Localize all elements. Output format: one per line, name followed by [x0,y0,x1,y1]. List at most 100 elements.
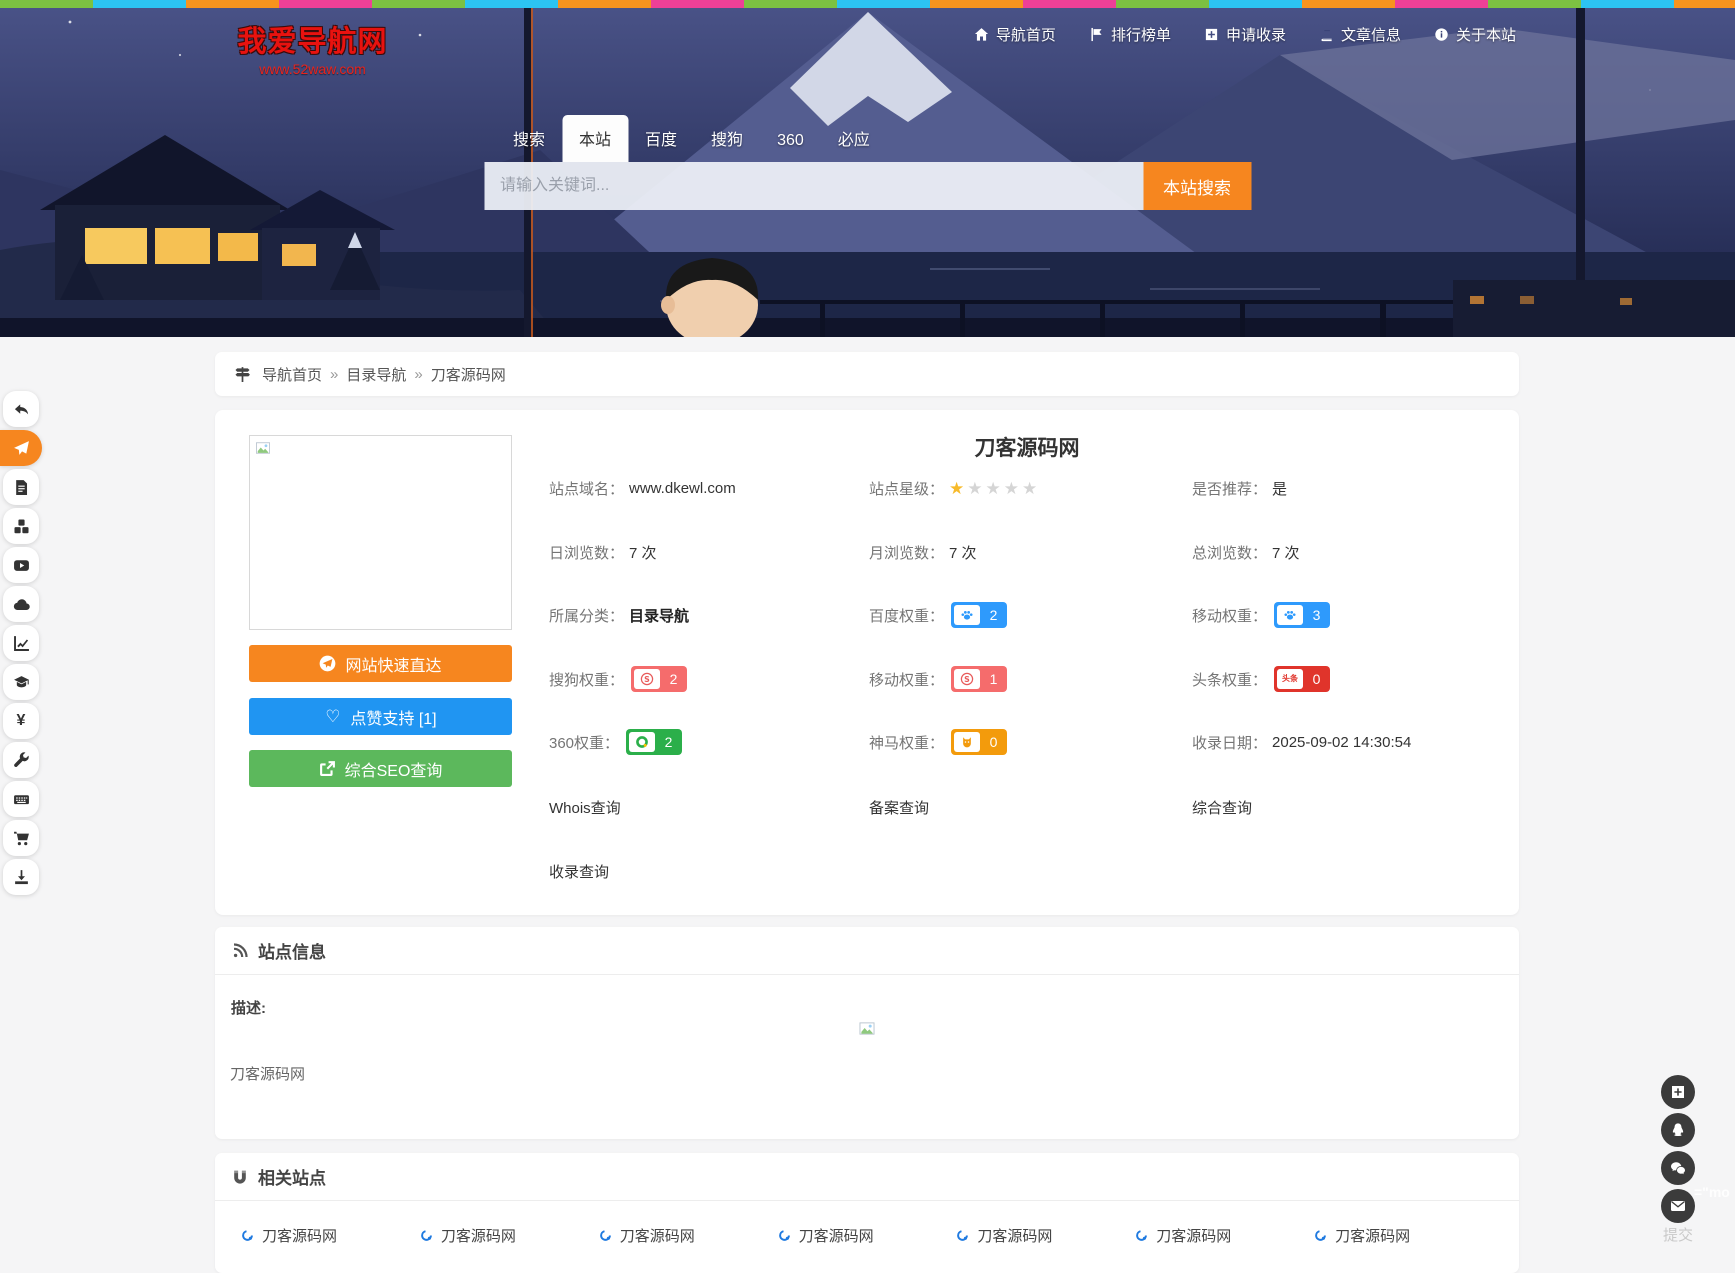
sidebar-item-back[interactable] [3,391,39,427]
breadcrumb-item-1[interactable]: 目录导航 [346,364,406,385]
paper-plane-icon [13,440,30,457]
sogou-logo-icon: S [634,669,660,689]
so360-weight-badge: 2 [626,729,682,755]
breadcrumb-separator: » [330,366,338,383]
query-link[interactable]: 综合查询 [1192,793,1252,821]
detail-label: 总浏览数： [1192,542,1267,563]
detail-field: 360权重： 2 [549,728,682,756]
search-tab-2[interactable]: 百度 [628,115,694,162]
baidu-weight-badge: 2 [951,602,1007,628]
sogou-logo-icon: S [954,669,980,689]
query-link-label[interactable]: 综合查询 [1192,797,1252,818]
detail-value: 是 [1272,478,1287,499]
map-signs-icon [234,366,251,383]
nav-item-3[interactable]: 文章信息 [1319,24,1401,45]
shenma-icon [960,735,974,749]
shenma-weight-badge: 0 [951,729,1007,755]
action-button-1[interactable]: ♡点赞支持 [1] [249,698,512,735]
search-input[interactable] [484,162,1143,210]
sidebar-item-quick-link[interactable] [0,430,42,466]
float-button-submit[interactable] [1661,1075,1695,1109]
float-button-email[interactable] [1661,1189,1695,1223]
float-button-wechat[interactable] [1661,1151,1695,1185]
nav-item-0[interactable]: 导航首页 [974,24,1056,45]
artifact-text-submit: 提交 [1663,1224,1693,1245]
query-link[interactable]: 收录查询 [549,857,609,885]
detail-field: 百度权重：2 [869,601,1007,629]
action-button-label: 点赞支持 [1] [350,705,436,729]
baidu-weight-badge: 3 [1274,602,1330,628]
reply-icon [13,401,30,418]
detail-value: 目录导航 [629,605,689,626]
action-button-2[interactable]: 综合SEO查询 [249,750,512,787]
sidebar-item-apps[interactable] [3,508,39,544]
site-icon [241,1229,254,1242]
query-link-label[interactable]: Whois查询 [549,797,621,818]
query-link-label[interactable]: 备案查询 [869,797,929,818]
badge-value: 3 [1303,607,1330,623]
site-logo[interactable]: 我爱导航网 www.52waw.com [225,18,400,77]
sidebar-item-video[interactable] [3,547,39,583]
detail-label: 站点域名： [549,478,624,499]
sidebar-item-cloud[interactable] [3,586,39,622]
svg-text:S: S [964,675,970,684]
search-tab-1[interactable]: 本站 [562,115,628,162]
detail-field: 站点星级：★★★★★ [869,474,1040,502]
nav-item-4[interactable]: 关于本站 [1434,24,1516,45]
video-icon [13,557,30,574]
search-tab-0[interactable]: 搜索 [496,115,562,162]
qq-icon [1670,1122,1686,1138]
search-tab-4[interactable]: 360 [760,121,821,162]
so360-logo-icon [629,732,655,752]
detail-value: 7 次 [1272,542,1300,563]
sidebar-item-rank[interactable] [3,625,39,661]
shenma-logo-icon [954,732,980,752]
sogou-icon: S [640,672,654,686]
badge-value: 2 [655,734,682,750]
detail-label: 所属分类： [549,605,624,626]
detail-field: 日浏览数：7 次 [549,538,657,566]
detail-label: 月浏览数： [869,542,944,563]
nav-item-2[interactable]: 申请收录 [1204,24,1286,45]
action-button-0[interactable]: 网站快速直达 [249,645,512,682]
sidebar-item-download[interactable] [3,859,39,895]
baidu-logo-icon [1277,605,1303,625]
query-link[interactable]: Whois查询 [549,793,621,821]
download-icon [13,869,30,886]
breadcrumb-separator: » [414,366,422,383]
detail-value: 7 次 [629,542,657,563]
plus-square-icon [1204,27,1219,42]
file-icon [13,479,30,496]
sidebar-item-shop[interactable] [3,820,39,856]
hero-banner: 我爱导航网 www.52waw.com 导航首页 排行榜单 申请收录 文章信息 关于本站… [0,0,1735,337]
query-link-label[interactable]: 收录查询 [549,861,609,882]
rss-icon [232,943,248,959]
detail-field: 搜狗权重：S2 [549,665,687,693]
sidebar-item-article[interactable] [3,469,39,505]
detail-field: 移动权重：S1 [869,665,1007,693]
breadcrumb-item-0[interactable]: 导航首页 [262,364,322,385]
logo-subtitle: www.52waw.com [225,61,400,77]
sidebar-item-finance[interactable]: ¥ [3,703,39,739]
artifact-text: ="mo [1694,1184,1730,1200]
nav-item-1[interactable]: 排行榜单 [1089,24,1171,45]
sidebar-item-tools[interactable] [3,742,39,778]
search-button[interactable]: 本站搜索 [1143,162,1251,210]
detail-label: 360权重： [549,732,619,753]
sidebar-item-typing[interactable] [3,781,39,817]
section-title: 相关站点 [258,1164,326,1189]
detail-label: 是否推荐： [1192,478,1267,499]
floating-action-bar [1661,1075,1695,1227]
book-icon [1319,27,1334,42]
svg-text:S: S [644,675,650,684]
search-tab-3[interactable]: 搜狗 [694,115,760,162]
float-button-qq[interactable] [1661,1113,1695,1147]
sidebar-item-study[interactable] [3,664,39,700]
sogou-weight-badge: S1 [951,666,1007,692]
baidu-logo-icon [954,605,980,625]
query-link[interactable]: 备案查询 [869,793,929,821]
search-tab-5[interactable]: 必应 [821,115,887,162]
breadcrumb-item-2[interactable]: 刀客源码网 [431,364,506,385]
external-link-icon [319,760,336,777]
breadcrumb: 导航首页 » 目录导航 » 刀客源码网 [215,352,1519,396]
